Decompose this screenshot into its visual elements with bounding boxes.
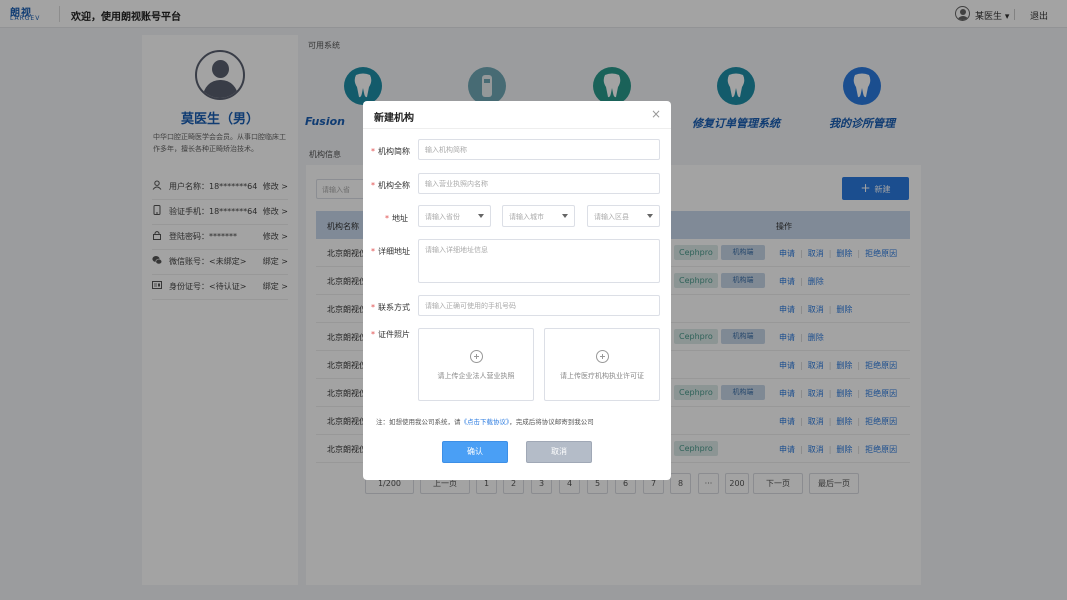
field-label-text: 详细地址 [378, 247, 410, 256]
confirm-button[interactable]: 确认 [442, 441, 508, 463]
caret-down-icon [562, 214, 568, 218]
detail-address-textarea[interactable]: 请输入详细地址信息 [418, 239, 660, 283]
field-label-text: 机构简称 [378, 147, 410, 156]
field-label-text: 机构全称 [378, 181, 410, 190]
new-org-dialog: 新建机构 × * 机构简称 输入机构简称 * 机构全称 输入营业执照内名称 * 地址 … [363, 101, 671, 480]
full-name-label: * 机构全称 [371, 180, 410, 191]
district-select[interactable]: 请输入区县 [587, 205, 660, 227]
district-placeholder: 请输入区县 [594, 213, 629, 221]
download-agreement-link[interactable]: 《点击下载协议》 [461, 418, 510, 426]
contact-label: * 联系方式 [371, 302, 410, 313]
city-select[interactable]: 请输入城市 [502, 205, 575, 227]
full-name-input[interactable]: 输入营业执照内名称 [418, 173, 660, 194]
province-select[interactable]: 请输入省份 [418, 205, 491, 227]
upload-business-license[interactable]: 请上传企业法人营业执照 [418, 328, 534, 401]
upload-hint: 请上传企业法人营业执照 [437, 372, 515, 380]
photos-label: * 证件照片 [371, 329, 410, 340]
dialog-title: 新建机构 [374, 113, 414, 124]
field-label-text: 地址 [392, 214, 408, 223]
required-mark: * [371, 181, 375, 190]
required-mark: * [385, 214, 389, 223]
address-label: * 地址 [385, 213, 408, 224]
upload-hint: 请上传医疗机构执业许可证 [560, 372, 644, 380]
required-mark: * [371, 303, 375, 312]
plus-circle-icon [470, 350, 483, 363]
field-label-text: 联系方式 [378, 303, 410, 312]
contact-input[interactable]: 请输入正确可使用的手机号码 [418, 295, 660, 316]
plus-circle-icon [596, 350, 609, 363]
required-mark: * [371, 330, 375, 339]
caret-down-icon [647, 214, 653, 218]
city-placeholder: 请输入城市 [509, 213, 544, 221]
caret-down-icon [478, 214, 484, 218]
short-name-input[interactable]: 输入机构简称 [418, 139, 660, 160]
agreement-note: 注：如想使用我公司系统，请《点击下载协议》，完成后将协议邮寄到我公司 [376, 416, 594, 426]
note-prefix: 注：如想使用我公司系统，请 [376, 418, 461, 426]
required-mark: * [371, 147, 375, 156]
cancel-button[interactable]: 取消 [526, 441, 592, 463]
detail-address-label: * 详细地址 [371, 246, 410, 257]
field-label-text: 证件照片 [378, 330, 410, 339]
required-mark: * [371, 247, 375, 256]
short-name-label: * 机构简称 [371, 146, 410, 157]
upload-medical-license[interactable]: 请上传医疗机构执业许可证 [544, 328, 660, 401]
close-icon[interactable]: × [651, 108, 661, 120]
dialog-divider [363, 128, 671, 129]
province-placeholder: 请输入省份 [425, 213, 460, 221]
note-suffix: ，完成后将协议邮寄到我公司 [509, 418, 594, 426]
